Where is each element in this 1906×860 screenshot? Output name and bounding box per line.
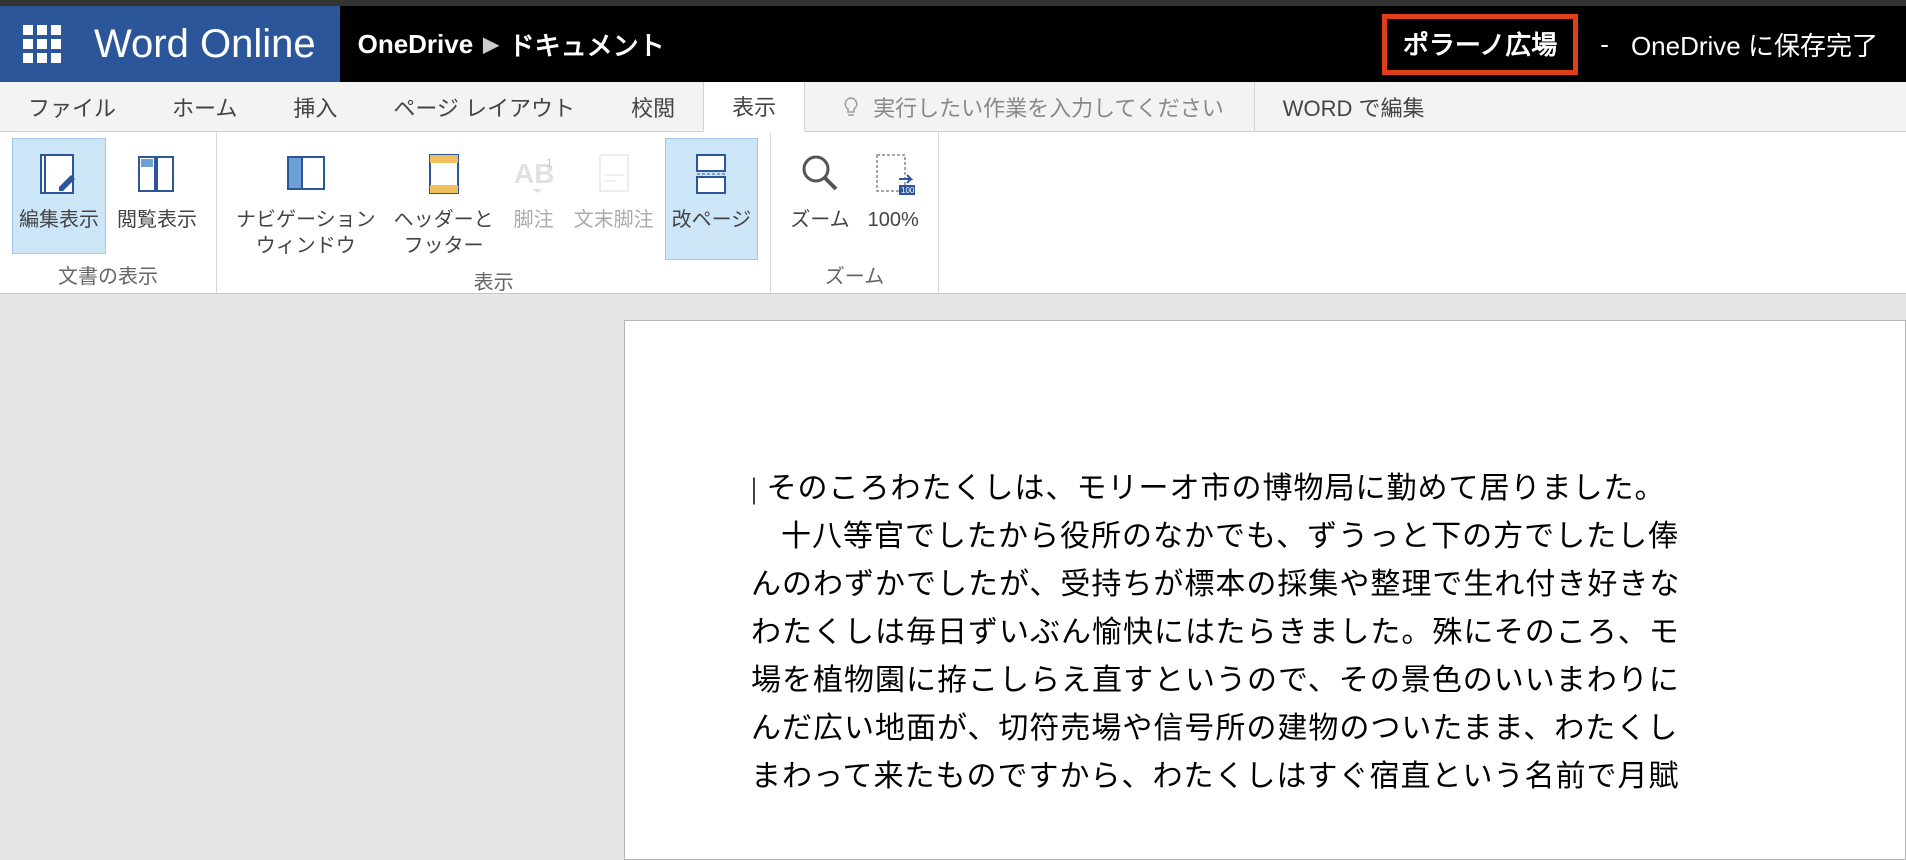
- footnotes-button: AB1 脚注: [505, 138, 563, 260]
- body-line: そのころわたくしは、モリーオ市の博物局に勤めて居りました。: [751, 465, 1905, 513]
- svg-text:100: 100: [901, 186, 915, 195]
- lightbulb-icon: [839, 95, 863, 119]
- header-footer-label: ヘッダーと フッター: [394, 207, 494, 259]
- body-line: まわって来たものですから、わたくしはすぐ宿直という名前で月賦: [751, 753, 1905, 801]
- brand-block: Word Online: [0, 6, 340, 82]
- page-breaks-button[interactable]: 改ページ: [665, 138, 759, 260]
- body-line: 場を植物園に拵こしらえ直すというので、その景色のいいまわりに: [751, 657, 1905, 705]
- ribbon-tabs: ファイル ホーム 挿入 ページ レイアウト 校閲 表示 実行したい作業を入力して…: [0, 82, 1906, 132]
- saved-status: OneDrive に保存完了: [1631, 26, 1878, 63]
- tab-file[interactable]: ファイル: [0, 82, 144, 131]
- reading-view-icon: [135, 151, 179, 195]
- nav-pane-button[interactable]: ナビゲーション ウィンドウ: [229, 138, 383, 260]
- tell-me-placeholder: 実行したい作業を入力してください: [873, 91, 1224, 123]
- tab-insert[interactable]: 挿入: [265, 82, 365, 131]
- ribbon-view: 編集表示 閲覧表示 文書の表示 ナビゲーション ウィンドウ ヘッダーと フッター…: [0, 132, 1906, 294]
- editing-view-label: 編集表示: [19, 207, 99, 233]
- document-page[interactable]: そのころわたくしは、モリーオ市の博物局に勤めて居りました。 十八等官でしたから役…: [624, 320, 1906, 860]
- chevron-right-icon: ▶: [483, 32, 498, 57]
- ribbon-group-views: 編集表示 閲覧表示 文書の表示: [0, 132, 217, 293]
- breadcrumb: OneDrive ▶ ドキュメント: [340, 6, 1382, 82]
- zoom-100-label: 100%: [868, 207, 919, 233]
- editing-view-button[interactable]: 編集表示: [12, 138, 106, 254]
- ribbon-group-zoom: ズーム 100 100% ズーム: [771, 132, 939, 293]
- editing-view-icon: [37, 151, 81, 195]
- endnotes-icon: [596, 151, 632, 195]
- group-views-label: 文書の表示: [12, 254, 204, 291]
- app-title: Word Online: [94, 22, 316, 67]
- document-status: ポラーノ広場 - OneDrive に保存完了: [1382, 6, 1906, 82]
- tab-view[interactable]: 表示: [703, 82, 805, 132]
- reading-view-label: 閲覧表示: [117, 207, 197, 233]
- group-zoom-label: ズーム: [783, 254, 926, 291]
- zoom-icon: [798, 151, 842, 195]
- zoom-label: ズーム: [790, 207, 849, 233]
- tab-home[interactable]: ホーム: [144, 82, 265, 131]
- reading-view-button[interactable]: 閲覧表示: [110, 138, 204, 254]
- zoom-100-icon: 100: [871, 151, 915, 195]
- page-breaks-icon: [693, 151, 729, 195]
- tell-me-search[interactable]: 実行したい作業を入力してください: [815, 82, 1255, 131]
- breadcrumb-root[interactable]: OneDrive: [358, 29, 474, 60]
- endnotes-label: 文末脚注: [574, 207, 654, 233]
- tab-layout[interactable]: ページ レイアウト: [365, 82, 603, 131]
- title-bar: Word Online OneDrive ▶ ドキュメント ポラーノ広場 - O…: [0, 6, 1906, 82]
- separator-dash: -: [1600, 29, 1609, 60]
- body-line: んのわずかでしたが、受持ちが標本の採集や整理で生れ付き好きな: [751, 561, 1905, 609]
- zoom-100-button[interactable]: 100 100%: [861, 138, 926, 254]
- page-breaks-label: 改ページ: [672, 207, 752, 233]
- header-footer-icon: [424, 151, 464, 195]
- zoom-button[interactable]: ズーム: [783, 138, 856, 254]
- nav-pane-label: ナビゲーション ウィンドウ: [236, 207, 376, 259]
- body-line: わたくしは毎日ずいぶん愉快にはたらきました。殊にそのころ、モ: [751, 609, 1905, 657]
- document-name[interactable]: ポラーノ広場: [1382, 14, 1578, 75]
- nav-pane-icon: [284, 151, 328, 195]
- app-launcher-icon[interactable]: [18, 25, 66, 63]
- footnotes-icon: AB1: [512, 151, 556, 195]
- breadcrumb-folder[interactable]: ドキュメント: [509, 26, 665, 63]
- svg-text:1: 1: [546, 156, 553, 170]
- document-canvas[interactable]: そのころわたくしは、モリーオ市の博物局に勤めて居りました。 十八等官でしたから役…: [0, 294, 1906, 860]
- body-line: んだ広い地面が、切符売場や信号所の建物のついたまま、わたくし: [751, 705, 1905, 753]
- endnotes-button: 文末脚注: [567, 138, 661, 260]
- ribbon-group-show: ナビゲーション ウィンドウ ヘッダーと フッター AB1 脚注 文末脚注 改ペー…: [217, 132, 771, 293]
- footnotes-label: 脚注: [514, 207, 554, 233]
- header-footer-button[interactable]: ヘッダーと フッター: [387, 138, 501, 260]
- group-show-label: 表示: [229, 260, 758, 297]
- tab-review[interactable]: 校閲: [603, 82, 703, 131]
- body-line: 十八等官でしたから役所のなかでも、ずうっと下の方でしたし俸: [751, 513, 1905, 561]
- edit-in-word[interactable]: WORD で編集: [1255, 82, 1453, 131]
